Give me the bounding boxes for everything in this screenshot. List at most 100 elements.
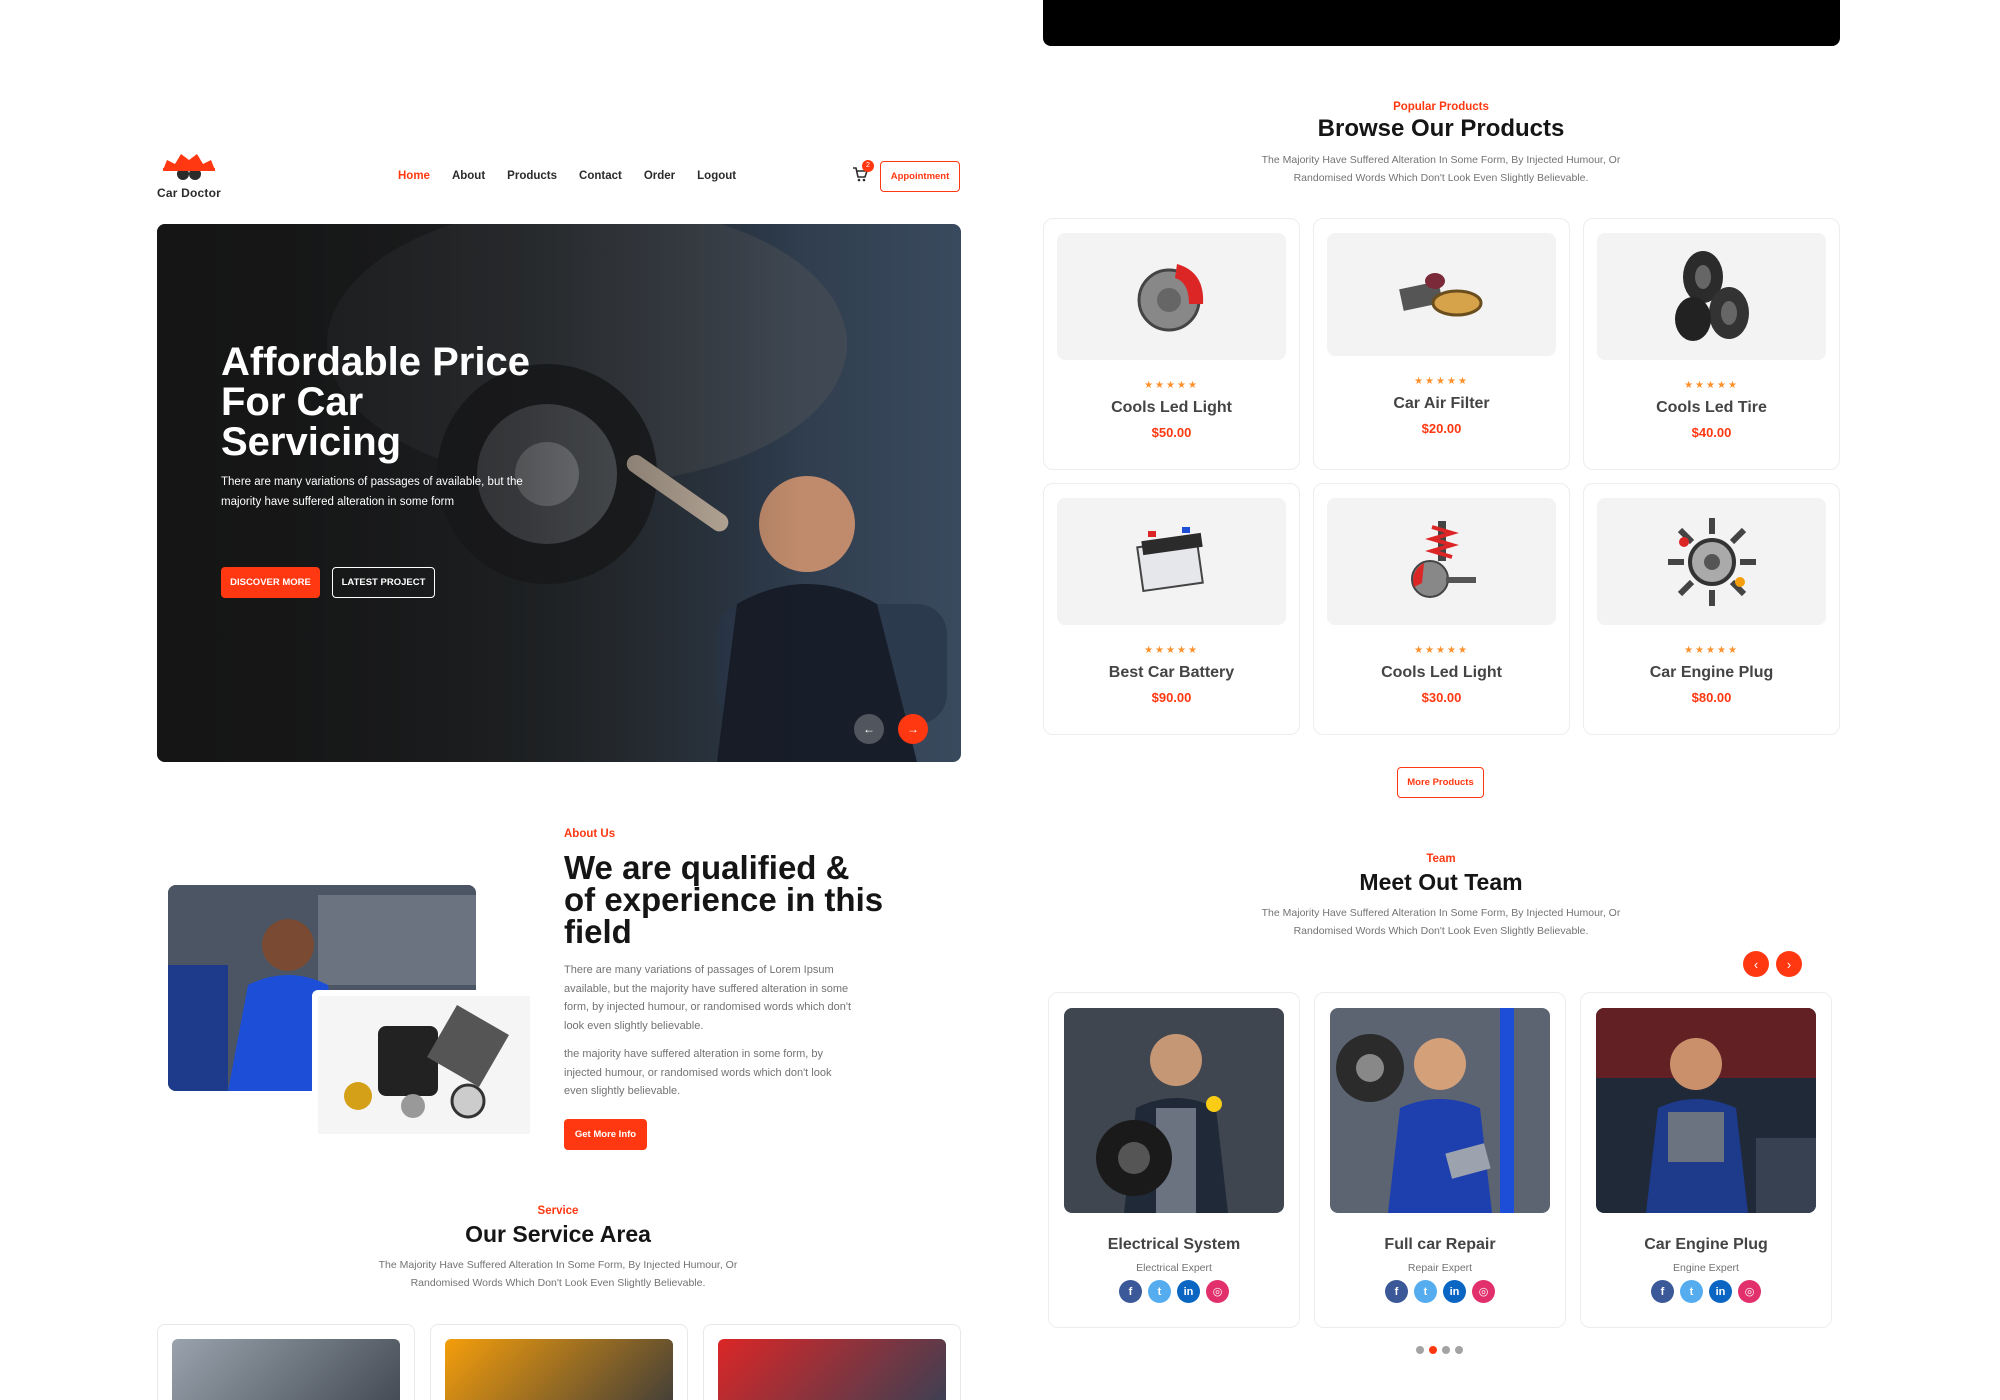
service-image [445,1339,673,1400]
hero-banner: Affordable Price For Car Servicing There… [157,224,961,762]
linkedin-icon[interactable]: in [1709,1280,1732,1303]
social-links: f t in ◎ [1651,1280,1761,1303]
product-name: Cools Led Light [1381,664,1502,681]
rating-stars: ★★★★★ [1684,645,1739,656]
nav-order[interactable]: Order [644,170,675,182]
product-price: $50.00 [1151,425,1192,440]
team-grid: Electrical System Electrical Expert f t … [1048,992,1833,1328]
air-filter-icon [1398,272,1482,316]
product-card[interactable]: ★★★★★ Cools Led Tire $40.00 [1583,218,1840,470]
team-member-photo [1596,1008,1816,1213]
service-card[interactable] [703,1324,961,1400]
instagram-icon[interactable]: ◎ [1738,1280,1761,1303]
about-title: We are qualified & of experience in this… [564,849,884,950]
rating-stars: ★★★★★ [1144,645,1199,656]
main-nav: Home About Products Contact Order Logout [398,170,736,182]
product-card[interactable]: ★★★★★ Car Engine Plug $80.00 [1583,483,1840,735]
product-name: Best Car Battery [1108,664,1235,681]
nav-contact[interactable]: Contact [579,170,622,182]
hero-next-arrow-icon[interactable]: → [898,714,928,744]
service-card[interactable] [157,1324,415,1400]
instagram-icon[interactable]: ◎ [1206,1280,1229,1303]
team-carousel-controls: ‹ › [1743,951,1802,977]
twitter-icon[interactable]: t [1148,1280,1171,1303]
nav-products[interactable]: Products [507,170,557,182]
product-name: Cools Led Tire [1656,399,1767,416]
team-header: Team Meet Out Team The Majority Have Suf… [1245,853,1637,940]
products-text: The Majority Have Suffered Alteration In… [1261,154,1621,184]
service-kicker: Service [537,1205,579,1217]
instagram-icon[interactable]: ◎ [1472,1280,1495,1303]
facebook-icon[interactable]: f [1119,1280,1142,1303]
about-parts-image [312,990,536,1140]
service-image [718,1339,946,1400]
team-carousel-dots [1416,1346,1463,1354]
nav-about[interactable]: About [452,170,485,182]
team-member-role: Engine Expert [1673,1262,1739,1274]
team-text: The Majority Have Suffered Alteration In… [1261,907,1621,937]
carousel-dot[interactable] [1442,1346,1450,1354]
brake-disc-icon [1137,263,1203,331]
product-image [1057,498,1286,625]
logo[interactable]: Car Doctor [157,148,227,200]
carousel-dot[interactable] [1429,1346,1437,1354]
twitter-icon[interactable]: t [1414,1280,1437,1303]
team-member-photo [1064,1008,1284,1213]
service-text: The Majority Have Suffered Alteration In… [378,1259,738,1289]
cart-button[interactable]: 2 [852,160,874,182]
team-member-name: Full car Repair [1384,1236,1496,1253]
product-image [1327,498,1556,625]
product-price: $80.00 [1691,690,1732,705]
product-image [1057,233,1286,360]
hero-prev-arrow-icon[interactable]: ← [854,714,884,744]
product-price: $90.00 [1151,690,1192,705]
tire-stack-icon [1674,250,1749,341]
product-image [1597,498,1826,625]
battery-icon [1135,526,1204,592]
latest-project-button[interactable]: LATEST PROJECT [332,567,435,598]
service-card[interactable] [430,1324,688,1400]
product-card[interactable]: ★★★★★ Best Car Battery $90.00 [1043,483,1300,735]
linkedin-icon[interactable]: in [1443,1280,1466,1303]
product-name: Car Air Filter [1393,395,1490,412]
discover-more-button[interactable]: DISCOVER MORE [221,567,320,598]
social-links: f t in ◎ [1119,1280,1229,1303]
product-price: $30.00 [1421,690,1462,705]
engine-parts-icon [1667,517,1756,606]
product-name: Car Engine Plug [1649,664,1774,681]
carousel-dot[interactable] [1416,1346,1424,1354]
service-image [172,1339,400,1400]
gear-logo-icon [163,154,215,180]
products-grid: ★★★★★ Cools Led Light $50.00 ★★★★★ Car A… [1043,218,1840,735]
carousel-dot[interactable] [1455,1346,1463,1354]
product-price: $40.00 [1691,425,1732,440]
team-card: Full car Repair Repair Expert f t in ◎ [1314,992,1566,1328]
hero-title: Affordable Price For Car Servicing [221,340,530,464]
appointment-button[interactable]: Appointment [880,161,960,192]
product-image [1327,233,1556,356]
facebook-icon[interactable]: f [1385,1280,1408,1303]
social-links: f t in ◎ [1385,1280,1495,1303]
products-title: Browse Our Products [1317,115,1565,142]
nav-logout[interactable]: Logout [697,170,736,182]
team-prev-arrow-icon[interactable]: ‹ [1743,951,1769,977]
product-card[interactable]: ★★★★★ Cools Led Light $50.00 [1043,218,1300,470]
rating-stars: ★★★★★ [1144,380,1199,391]
more-products-button[interactable]: More Products [1397,767,1484,798]
team-member-name: Electrical System [1107,1236,1241,1253]
team-kicker: Team [1426,853,1456,865]
product-image [1597,233,1826,360]
product-card[interactable]: ★★★★★ Car Air Filter $20.00 [1313,218,1570,470]
team-member-photo [1330,1008,1550,1213]
nav-home[interactable]: Home [398,170,430,182]
team-title: Meet Out Team [1359,869,1523,895]
linkedin-icon[interactable]: in [1177,1280,1200,1303]
product-card[interactable]: ★★★★★ Cools Led Light $30.00 [1313,483,1570,735]
twitter-icon[interactable]: t [1680,1280,1703,1303]
get-more-info-button[interactable]: Get More Info [564,1119,647,1150]
service-header: Service Our Service Area The Majority Ha… [357,1205,759,1292]
facebook-icon[interactable]: f [1651,1280,1674,1303]
service-title: Our Service Area [465,1221,651,1247]
products-header: Popular Products Browse Our Products The… [1245,101,1637,187]
team-next-arrow-icon[interactable]: › [1776,951,1802,977]
